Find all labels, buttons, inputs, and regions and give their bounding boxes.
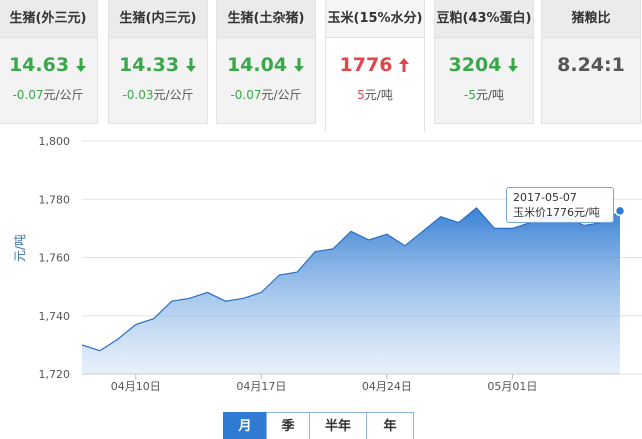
tab-3[interactable]: 玉米(15%水分) 1776 5元/吨 — [325, 0, 425, 132]
y-tick-label: 1,740 — [39, 310, 71, 323]
tab-change: 5元/吨 — [326, 86, 424, 103]
tab-title: 豆粕(43%蛋白) — [435, 0, 533, 38]
tab-value-row: 8.24:1 — [542, 54, 640, 76]
period-selector: 月季半年年 — [223, 412, 414, 439]
highlight-point — [614, 205, 626, 217]
tab-change-value: -5 — [463, 88, 476, 102]
y-tick-label: 1,800 — [39, 135, 71, 148]
tab-title: 生猪(内三元) — [109, 0, 207, 38]
period-button-0[interactable]: 月 — [223, 412, 267, 439]
tab-value: 14.04 — [226, 54, 288, 76]
period-button-1[interactable]: 季 — [266, 412, 310, 439]
y-tick-label: 1,780 — [39, 193, 71, 206]
chart-tooltip: 2017-05-07 玉米价1776元/吨 — [506, 187, 614, 223]
tab-change-unit: 元/吨 — [475, 88, 504, 102]
tab-change-unit: 元/吨 — [364, 88, 393, 102]
tab-change-unit: 元/公斤 — [43, 88, 84, 102]
tab-value-row: 14.63 — [0, 54, 97, 76]
tab-change-value: -0.07 — [12, 88, 44, 102]
arrow-down-icon — [76, 58, 87, 72]
tab-5[interactable]: 猪粮比 8.24:1 — [541, 0, 641, 124]
price-tabs: 生猪(外三元) 14.63 -0.07元/公斤 生猪(内三元) 14.33 -0.03元/… — [0, 0, 642, 132]
tab-change: -5元/吨 — [435, 86, 533, 103]
tab-value-row: 14.04 — [217, 54, 315, 76]
arrow-down-icon — [508, 58, 519, 72]
tab-change-unit: 元/公斤 — [261, 88, 302, 102]
x-tick-label: 04月17日 — [236, 380, 286, 393]
x-tick-label: 04月24日 — [362, 380, 412, 393]
tab-change: -0.07元/公斤 — [0, 86, 97, 103]
tab-2[interactable]: 生猪(土杂猪) 14.04 -0.07元/公斤 — [216, 0, 316, 124]
tab-change-unit: 元/公斤 — [153, 88, 194, 102]
tab-change: -0.07元/公斤 — [217, 86, 315, 103]
tab-change: -0.03元/公斤 — [109, 86, 207, 103]
tab-title: 玉米(15%水分) — [326, 0, 424, 38]
tab-value: 8.24:1 — [557, 54, 625, 76]
tab-change-value: 5 — [357, 88, 365, 102]
period-button-2[interactable]: 半年 — [309, 412, 367, 439]
tab-value-row: 3204 — [435, 54, 533, 76]
arrow-down-icon — [186, 58, 197, 72]
x-tick-label: 04月10日 — [111, 380, 161, 393]
tab-value: 14.33 — [118, 54, 180, 76]
period-button-3[interactable]: 年 — [366, 412, 414, 439]
tab-title: 猪粮比 — [542, 0, 640, 38]
price-chart: 1,720 1,740 1,760 1,780 1,800 04月10日 04月17日 04月… — [0, 130, 642, 400]
tab-title: 生猪(土杂猪) — [217, 0, 315, 38]
tab-change-value: -0.03 — [122, 88, 154, 102]
tab-1[interactable]: 生猪(内三元) 14.33 -0.03元/公斤 — [108, 0, 208, 124]
arrow-up-icon — [399, 58, 410, 72]
tooltip-date: 2017-05-07 — [513, 191, 577, 204]
chart-svg: 1,720 1,740 1,760 1,780 1,800 04月10日 04月17日 04月… — [13, 135, 642, 393]
tab-change-value: -0.07 — [230, 88, 262, 102]
arrow-down-icon — [294, 58, 305, 72]
tab-value: 1776 — [339, 54, 393, 76]
y-tick-label: 1,760 — [39, 252, 71, 265]
tab-4[interactable]: 豆粕(43%蛋白) 3204 -5元/吨 — [434, 0, 534, 124]
tooltip-text: 玉米价1776元/吨 — [513, 206, 600, 219]
tab-value-row: 1776 — [326, 54, 424, 76]
tab-value-row: 14.33 — [109, 54, 207, 76]
tab-value: 3204 — [448, 54, 502, 76]
tab-value: 14.63 — [8, 54, 70, 76]
y-tick-label: 1,720 — [39, 368, 71, 381]
x-tick-label: 05月01日 — [487, 380, 537, 393]
tab-title: 生猪(外三元) — [0, 0, 97, 38]
price-area — [82, 208, 620, 374]
y-axis-label: 元/吨 — [13, 234, 27, 262]
tab-0[interactable]: 生猪(外三元) 14.63 -0.07元/公斤 — [0, 0, 98, 124]
